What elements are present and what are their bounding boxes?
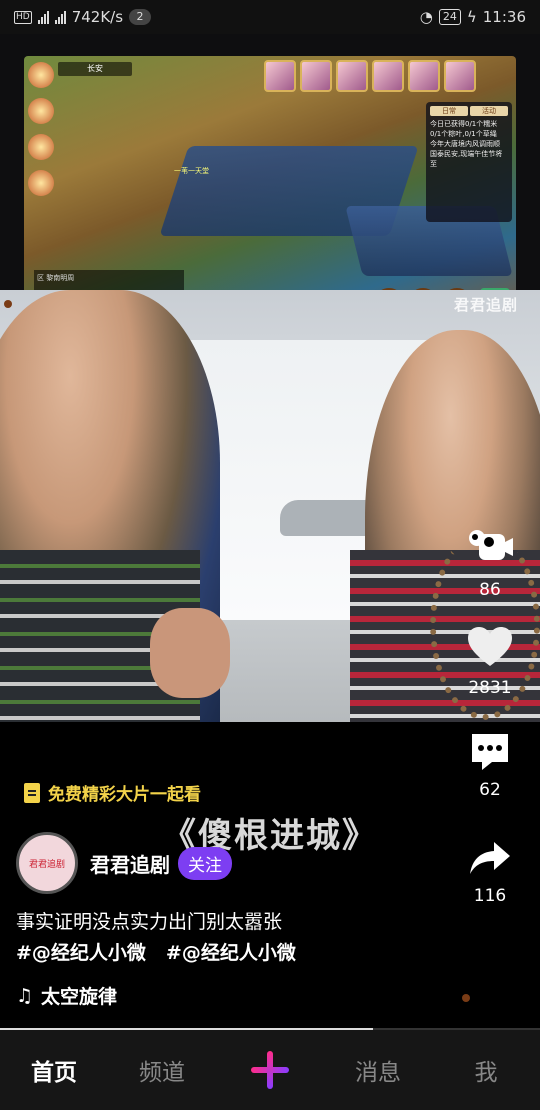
signal-icon-2 <box>54 10 66 24</box>
video-watermark: 君君追剧 <box>453 296 518 314</box>
game-tab-daily[interactable]: 日常 <box>430 106 468 116</box>
battery-icon: 24 <box>438 9 461 25</box>
game-video[interactable]: 长安 一苇一天堂 日常 活动 今日已获得0/1个糯米 0/1个粽叶,0/1个草绳… <box>0 34 540 324</box>
party-avatar[interactable] <box>444 60 476 92</box>
game-party-avatars <box>264 60 476 92</box>
party-avatar[interactable] <box>264 60 296 92</box>
party-avatar[interactable] <box>372 60 404 92</box>
game-location: 长安 <box>58 62 132 76</box>
camera-count: 86 <box>479 580 501 600</box>
game-left-buttons <box>28 62 54 262</box>
tab-channel[interactable]: 频道 <box>112 1053 212 1087</box>
game-hero-label: 一苇一天堂 <box>174 167 209 175</box>
game-quest-line: 0/1个粽叶,0/1个草绳 <box>430 130 497 138</box>
network-speed: 742K/s <box>71 8 124 26</box>
share-count: 116 <box>473 886 507 906</box>
tab-home[interactable]: 首页 <box>4 1053 104 1087</box>
camera-icon[interactable] <box>463 520 517 574</box>
actor-left-hand <box>150 608 230 698</box>
alarm-icon: ◔ <box>419 8 433 26</box>
notification-badge: 2 <box>129 9 152 25</box>
comment-count: 62 <box>479 780 501 800</box>
game-gift-icon[interactable] <box>28 98 54 124</box>
music-link[interactable]: ♫ 太空旋律 <box>16 982 117 1009</box>
follow-button[interactable]: 关注 <box>178 846 232 880</box>
author-row: 君君追剧 君君追剧 关注 <box>16 832 232 894</box>
comment-action[interactable]: 62 <box>440 730 540 800</box>
post-description: 事实证明没点实力出门别太嚣张 <box>16 911 283 933</box>
camera-action[interactable]: 86 <box>440 520 540 600</box>
game-quest-panel: 日常 活动 今日已获得0/1个糯米 0/1个粽叶,0/1个草绳 今年大唐境内风调… <box>426 102 512 222</box>
promo-link[interactable]: 免费精彩大片一起看 <box>24 780 201 805</box>
clock: 11:36 <box>482 8 526 26</box>
music-note-icon: ♫ <box>16 984 34 1007</box>
music-title: 太空旋律 <box>41 986 118 1008</box>
tab-me[interactable]: 我 <box>436 1053 536 1087</box>
game-shop-icon[interactable] <box>28 170 54 196</box>
tag-link[interactable]: #@经纪人小微 <box>16 938 146 965</box>
like-count: 2831 <box>468 678 512 698</box>
game-quest-line: 今年大唐境内风调雨顺 <box>430 140 500 148</box>
comment-icon[interactable] <box>468 730 512 774</box>
party-avatar[interactable] <box>336 60 368 92</box>
like-action[interactable]: 2831 <box>440 624 540 698</box>
author-name[interactable]: 君君追剧 <box>90 849 170 878</box>
avatar-text: 君君追剧 <box>28 859 65 870</box>
game-bag-icon[interactable] <box>28 134 54 160</box>
game-screenshot[interactable]: 长安 一苇一天堂 日常 活动 今日已获得0/1个糯米 0/1个粽叶,0/1个草绳… <box>24 56 516 324</box>
game-quest-line: 今日已获得0/1个糯米 <box>430 120 498 128</box>
charging-icon: ϟ <box>466 8 477 26</box>
promo-text: 免费精彩大片一起看 <box>48 785 201 805</box>
tab-messages[interactable]: 消息 <box>328 1053 428 1087</box>
game-quest-line: 国泰民安,现端午佳节将至 <box>430 150 503 168</box>
create-plus-button[interactable] <box>220 1040 320 1100</box>
party-avatar[interactable] <box>300 60 332 92</box>
game-tab-event[interactable]: 活动 <box>470 106 508 116</box>
tag-link[interactable]: #@经纪人小微 <box>166 938 296 965</box>
heart-icon[interactable] <box>466 624 514 672</box>
status-bar: HD 742K/s 2 ◔ 24 ϟ 11:36 <box>0 0 540 34</box>
game-close-icon[interactable] <box>28 62 54 88</box>
hd-icon: HD <box>14 10 32 24</box>
post-tags: #@经纪人小微 #@经纪人小微 <box>16 938 296 965</box>
document-icon <box>24 782 40 803</box>
decor-dot <box>4 300 12 308</box>
avatar[interactable]: 君君追剧 <box>16 832 78 894</box>
decor-dot <box>462 994 470 1002</box>
party-avatar[interactable] <box>408 60 440 92</box>
signal-icon-1 <box>37 10 49 24</box>
bottom-nav: 首页 频道 消息 我 <box>0 1030 540 1110</box>
